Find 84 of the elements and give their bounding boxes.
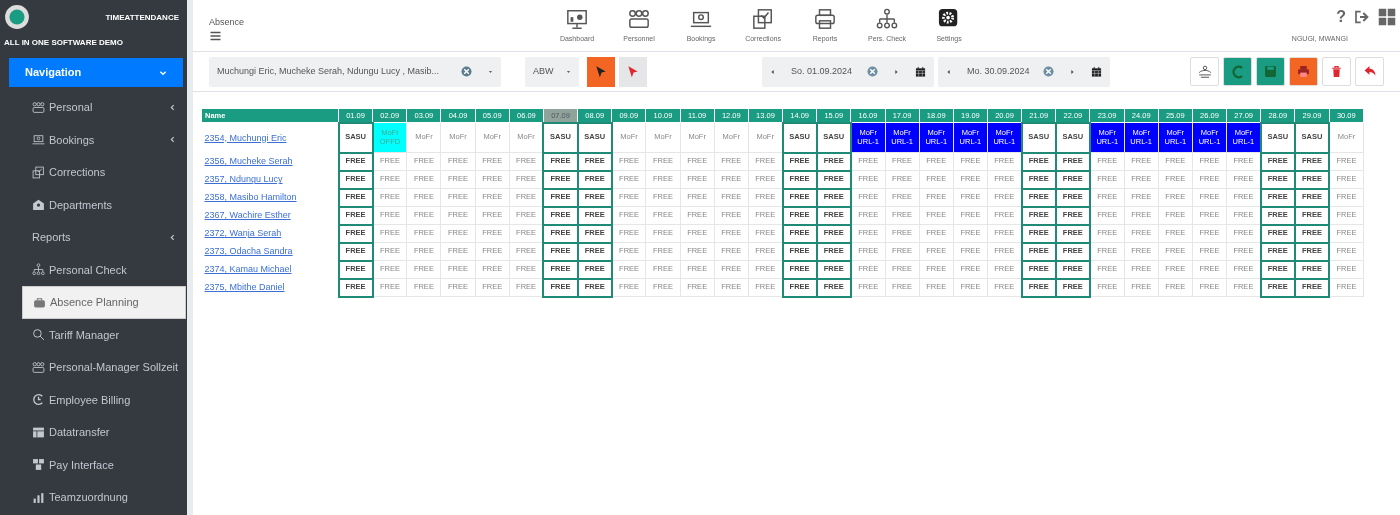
company-name: ALL IN ONE SOFTWARE DEMO (4, 38, 123, 47)
cursor-icon (594, 64, 608, 79)
action-button[interactable] (1289, 57, 1318, 86)
toolbox-icon (33, 295, 46, 309)
employee-link[interactable]: 2356, Mucheke Serah (204, 156, 293, 167)
trash-icon (1330, 65, 1343, 78)
sidebar-item[interactable]: Tariff Manager (22, 318, 186, 351)
employee-link[interactable]: 2375, Mbithe Daniel (204, 282, 285, 293)
action-button[interactable] (1256, 57, 1285, 86)
next-icon (1070, 68, 1075, 75)
people-icon (628, 8, 651, 30)
next-icon (894, 68, 899, 75)
document-icon (752, 8, 775, 30)
prev-icon (770, 68, 775, 75)
sidebar-item[interactable]: Personal-Manager Sollzeit (22, 351, 186, 384)
logo-icon (4, 4, 30, 30)
sidebar-item[interactable]: Pay Interface (22, 448, 186, 481)
employee-link[interactable]: 2367, Wachire Esther (204, 210, 291, 221)
menu-button[interactable] (209, 29, 223, 42)
chevron-icon (159, 69, 167, 78)
calendar-icon (1091, 65, 1102, 78)
clear-icon (1043, 66, 1054, 77)
clear-icon (867, 66, 878, 77)
printer-icon (1297, 65, 1310, 78)
laptop-icon (32, 133, 45, 147)
hierarchy-icon (32, 263, 45, 277)
cursor-icon (626, 64, 640, 79)
monitor-icon (566, 8, 589, 30)
clear-icon (461, 66, 472, 77)
apps-button[interactable] (1378, 8, 1396, 26)
magnifier-icon (32, 328, 45, 342)
chevron-icon (169, 103, 176, 111)
save-icon (1264, 65, 1277, 78)
absence-type-select[interactable]: ABW (525, 56, 579, 87)
menu-icon (209, 29, 222, 42)
sidebar-item[interactable]: Teamzuordnung (22, 481, 186, 514)
undo-icon (1362, 65, 1377, 78)
employee-link[interactable]: 2372, Wanja Serah (204, 228, 282, 239)
chart-icon (32, 490, 45, 504)
action-button[interactable] (1190, 57, 1219, 86)
blocks-icon (32, 458, 45, 472)
grid-icon (1378, 8, 1396, 26)
help-button[interactable]: ? (1336, 9, 1346, 25)
chevron-icon (169, 136, 176, 144)
sidebar-item[interactable]: Corrections (22, 156, 186, 189)
employee-link[interactable]: 2357, Ndungu Lucy (204, 174, 283, 185)
sidebar-item[interactable]: Absence Planning (22, 286, 186, 319)
navigation-header[interactable]: Navigation (9, 58, 183, 87)
sidebar-item[interactable]: Employee Billing (22, 383, 186, 416)
chevron-icon (169, 233, 176, 241)
people-icon (32, 100, 45, 114)
hierarchy-icon (876, 8, 899, 30)
page-title: Absence (209, 16, 245, 29)
refresh-icon (1230, 64, 1245, 79)
logout-icon (1354, 9, 1370, 25)
action-button[interactable] (1322, 57, 1351, 86)
action-button[interactable] (1355, 57, 1384, 86)
caret-icon (566, 69, 571, 74)
calendar-icon (915, 65, 926, 78)
printer-icon (814, 8, 837, 30)
document-icon (32, 165, 45, 179)
sidebar-item[interactable]: Personal Check (22, 253, 186, 286)
date-from-field[interactable]: So. 01.09.2024 (791, 64, 853, 79)
table-icon (32, 425, 45, 439)
people-icon (32, 360, 45, 374)
pointer-button[interactable] (587, 56, 615, 87)
date-to-field[interactable]: Mo. 30.09.2024 (967, 64, 1030, 79)
employee-select[interactable]: Muchungi Eric, Mucheke Serah, Ndungu Lucy , Masib... (209, 56, 501, 87)
caret-icon (488, 69, 493, 74)
employee-link[interactable]: 2358, Masibo Hamilton (204, 192, 297, 203)
action-button[interactable] (1223, 57, 1252, 86)
logout-button[interactable] (1354, 9, 1370, 25)
sidebar-item[interactable]: Datatransfer (22, 416, 186, 449)
sidebar-item[interactable]: Bookings (22, 123, 186, 156)
sidebar-item[interactable]: Reports (22, 221, 186, 254)
product-name: TIMEATTENDANCE (105, 12, 180, 24)
clock-icon (32, 393, 45, 407)
building-icon (32, 198, 45, 212)
employee-link[interactable]: 2373, Odacha Sandra (204, 246, 293, 257)
sidebar-item[interactable]: Personal (22, 91, 186, 124)
employee-link[interactable]: 2374, Kamau Michael (204, 264, 292, 275)
employee-link[interactable]: 2354, Muchungi Eric (204, 132, 287, 143)
sidebar-item[interactable]: Departments (22, 188, 186, 221)
prev-icon (946, 68, 951, 75)
